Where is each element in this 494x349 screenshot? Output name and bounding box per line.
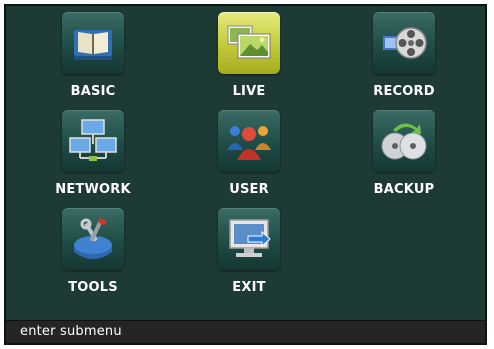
- dvr-main-menu: BASIC LIVE RECORD NETWORK USER BACKUP TO…: [4, 4, 487, 345]
- status-text: enter submenu: [20, 324, 122, 339]
- menu-item-live[interactable]: LIVE: [184, 12, 314, 102]
- disc-backup-icon: [373, 110, 435, 172]
- users-icon: [218, 110, 280, 172]
- menu-item-label: RECORD: [373, 84, 435, 99]
- film-reel-icon: [373, 12, 435, 74]
- menu-item-label: BASIC: [70, 84, 116, 99]
- menu-item-label: TOOLS: [68, 280, 118, 295]
- menu-item-basic[interactable]: BASIC: [28, 12, 158, 102]
- book-icon: [62, 12, 124, 74]
- menu-item-exit[interactable]: EXIT: [184, 208, 314, 298]
- menu-item-label: USER: [229, 182, 269, 197]
- menu-item-label: BACKUP: [373, 182, 435, 197]
- menu-item-backup[interactable]: BACKUP: [339, 110, 469, 200]
- menu-item-network[interactable]: NETWORK: [28, 110, 158, 200]
- menu-item-tools[interactable]: TOOLS: [28, 208, 158, 298]
- menu-item-record[interactable]: RECORD: [339, 12, 469, 102]
- menu-item-user[interactable]: USER: [184, 110, 314, 200]
- exit-monitor-icon: [218, 208, 280, 270]
- menu-item-label: NETWORK: [55, 182, 131, 197]
- status-bar: enter submenu: [6, 320, 485, 343]
- tools-icon: [62, 208, 124, 270]
- menu-item-label: EXIT: [232, 280, 266, 295]
- menu-item-label: LIVE: [232, 84, 266, 99]
- network-computers-icon: [62, 110, 124, 172]
- live-preview-icon: [218, 12, 280, 74]
